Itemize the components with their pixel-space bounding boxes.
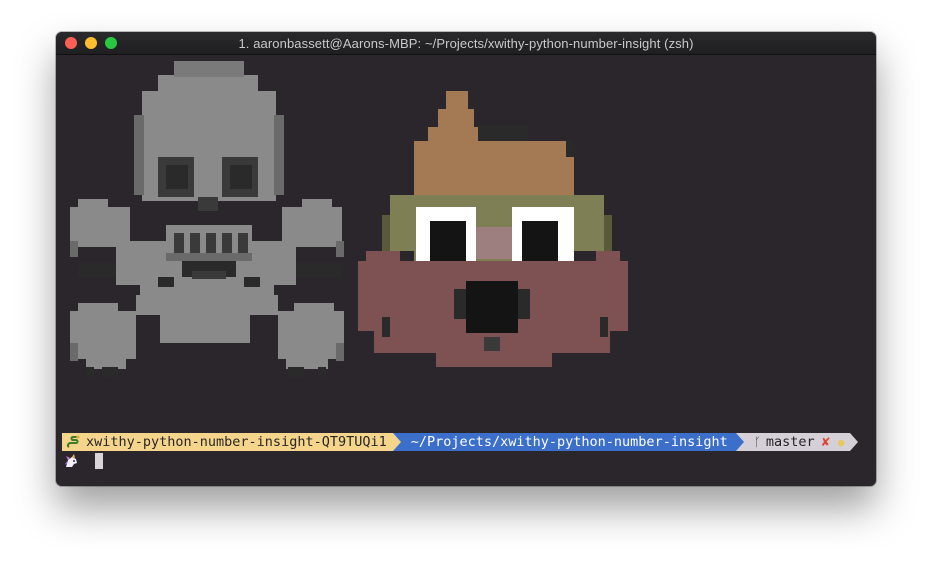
current-path: ~/Projects/xwithy-python-number-insight <box>410 434 728 450</box>
segment-separator <box>850 433 859 451</box>
branch-name: master <box>765 434 815 450</box>
status-dot-icon: ● <box>837 435 845 449</box>
title-bar: 1. aaronbassett@Aarons-MBP: ~/Projects/x… <box>56 32 876 55</box>
poop-image <box>358 91 628 367</box>
text-cursor <box>95 453 103 469</box>
terminal-content[interactable]: xwithy-python-number-insight-QT9TUQi1 ~/… <box>56 55 876 486</box>
segment-separator <box>735 433 744 451</box>
python-snake-icon <box>66 435 80 448</box>
git-branch-icon: ᚴ <box>753 435 761 449</box>
unicorn-icon <box>65 454 77 467</box>
input-line[interactable] <box>64 452 103 470</box>
window-title: 1. aaronbassett@Aarons-MBP: ~/Projects/x… <box>238 36 694 51</box>
git-segment: ᚴ master ✘ ● <box>743 433 851 451</box>
terminal-window: 1. aaronbassett@Aarons-MBP: ~/Projects/x… <box>56 32 876 486</box>
segment-separator <box>392 433 401 451</box>
pixel-art <box>70 61 628 377</box>
venv-name: xwithy-python-number-insight-QT9TUQi1 <box>86 434 387 450</box>
x-mark-icon: ✘ <box>821 434 830 450</box>
path-segment: ~/Projects/xwithy-python-number-insight <box>400 433 736 451</box>
prompt-line: xwithy-python-number-insight-QT9TUQi1 ~/… <box>62 433 859 451</box>
venv-segment: xwithy-python-number-insight-QT9TUQi1 <box>62 433 393 451</box>
skull-crossbones-image <box>70 61 344 377</box>
